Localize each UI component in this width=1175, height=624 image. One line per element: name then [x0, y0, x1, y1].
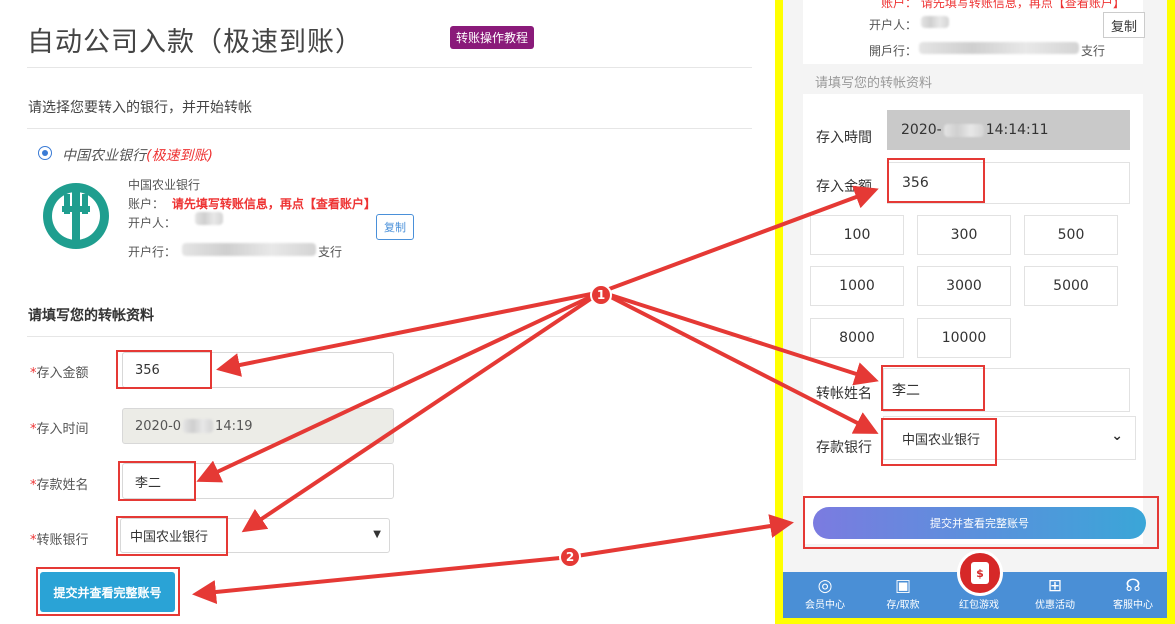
- amount-label: *存入金额: [30, 366, 89, 381]
- amount-option[interactable]: 8000: [810, 318, 904, 358]
- time-input: 2020- 14:14:11: [887, 110, 1130, 150]
- step-badge-2: 2: [559, 546, 581, 568]
- divider: [27, 67, 752, 68]
- section-title: 请填写您的转帐资料: [815, 76, 933, 91]
- step-badge-1: 1: [590, 284, 612, 306]
- account-hint: 账户： 请先填写转账信息，再点【查看账户】: [881, 0, 1125, 10]
- name-label: 转帐姓名: [816, 386, 872, 402]
- tutorial-button[interactable]: 转账操作教程: [450, 26, 535, 49]
- nav-customer-service[interactable]: ☊ 客服中心: [1103, 572, 1163, 618]
- highlight-submit-left: [36, 567, 180, 616]
- red-packet-game-button[interactable]: $: [957, 550, 1003, 596]
- bank-info-card: 账户： 请先填写转账信息，再点【查看账户】 开户人： 复制 開戶行： 支行: [803, 0, 1145, 64]
- highlight-amount-left: [116, 350, 212, 389]
- amount-option[interactable]: 5000: [1024, 266, 1118, 306]
- nav-deposit-withdraw[interactable]: ▣ 存/取款: [873, 572, 933, 618]
- amount-option[interactable]: 3000: [917, 266, 1011, 306]
- amount-option[interactable]: 300: [917, 215, 1011, 255]
- amount-option[interactable]: 1000: [810, 266, 904, 306]
- highlight-name-left: [118, 461, 196, 501]
- bank-info-name: 中国农业银行: [128, 178, 201, 192]
- bank-select-label: *转账银行: [30, 533, 89, 548]
- time-input: 2020-0 14:19: [122, 408, 394, 444]
- yellow-divider: [775, 0, 783, 624]
- dropdown-arrow-icon: ▼: [373, 529, 381, 540]
- branch-label: 开户行：: [128, 245, 177, 259]
- name-label: *存款姓名: [30, 478, 89, 493]
- instruction-text: 请选择您要转入的银行，并开始转帐: [28, 100, 252, 116]
- headset-icon: ☊: [1125, 576, 1141, 596]
- divider: [27, 128, 752, 129]
- yellow-border: [1167, 0, 1175, 624]
- time-label: 存入時間: [816, 130, 872, 146]
- branch-label: 開戶行：: [869, 44, 918, 58]
- holder-redacted: [921, 16, 949, 28]
- amount-label: 存入金额: [816, 179, 872, 195]
- amount-option[interactable]: 100: [810, 215, 904, 255]
- yellow-border: [775, 618, 1175, 624]
- account-hint: 请先填写转账信息，再点【查看账户】: [171, 197, 376, 211]
- account-label: 账户：: [128, 197, 165, 211]
- branch-suffix: 支行: [318, 245, 343, 259]
- amount-option[interactable]: 10000: [917, 318, 1011, 358]
- time-label: *存入时间: [30, 422, 89, 437]
- bank-option-label[interactable]: 中国农业银行(极速到账): [62, 145, 213, 165]
- section-title: 请填写您的转帐资料: [28, 308, 154, 324]
- bank-select-label: 存款银行: [816, 440, 872, 456]
- divider: [27, 336, 752, 337]
- gift-icon: ⊞: [1047, 576, 1063, 596]
- abc-bank-logo-icon: [40, 180, 112, 256]
- branch-redacted: [182, 243, 316, 256]
- nav-promotions[interactable]: ⊞ 优惠活动: [1025, 572, 1085, 618]
- highlight-amount-right: [887, 158, 985, 203]
- holder-redacted: [195, 212, 223, 225]
- copy-button[interactable]: 复制: [1103, 12, 1145, 38]
- nav-member-center[interactable]: ◎ 会员中心: [795, 572, 855, 618]
- branch-redacted: [919, 42, 1079, 54]
- holder-label: 开户人：: [869, 18, 918, 32]
- bank-option-name: 中国农业银行: [62, 148, 146, 164]
- page-title: 自动公司入款（极速到账）: [27, 27, 363, 58]
- wallet-icon: ▣: [894, 576, 912, 596]
- chevron-down-icon: ⌄: [1111, 428, 1123, 444]
- highlight-name-right: [881, 365, 985, 411]
- red-packet-icon: $: [971, 562, 989, 584]
- highlight-bank-right: [881, 418, 997, 466]
- highlight-submit-right: [803, 496, 1159, 549]
- highlight-bank-left: [116, 516, 228, 556]
- bank-radio[interactable]: [38, 146, 52, 160]
- bank-info-holder: 开户人：: [128, 214, 176, 231]
- bank-info-account: 账户： 请先填写转账信息，再点【查看账户】: [128, 195, 376, 212]
- holder-label: 开户人：: [128, 216, 177, 230]
- copy-button[interactable]: 复制: [376, 214, 414, 240]
- bank-option-tag: (极速到账): [146, 148, 213, 164]
- amount-option[interactable]: 500: [1024, 215, 1118, 255]
- branch-suffix: 支行: [1081, 44, 1106, 58]
- user-circle-icon: ◎: [817, 576, 833, 596]
- bank-info-branch: 开户行：: [128, 243, 176, 260]
